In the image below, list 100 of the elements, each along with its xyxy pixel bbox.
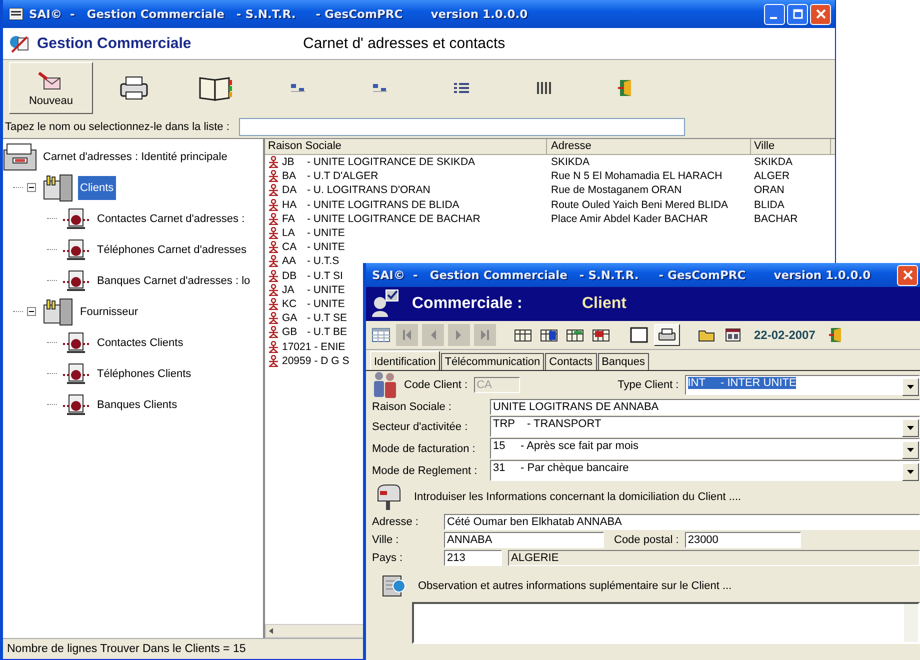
minimize-button[interactable] <box>764 4 785 24</box>
table-cell: - UNITE LOGITRANS DE BLIDA <box>307 198 460 211</box>
maximize-button[interactable] <box>787 4 808 24</box>
figure-icon <box>268 326 279 338</box>
figure-icon <box>268 227 279 240</box>
table-cell-text: Rue de Mostaganem ORAN <box>550 184 683 196</box>
table-cell: - U.T.S <box>307 255 340 268</box>
rolodex-icon <box>61 394 91 416</box>
vertical-scrollbar[interactable] <box>904 604 918 642</box>
tree-item[interactable]: Téléphones Carnet d'adresses <box>95 242 248 256</box>
table-cell-text: BACHAR <box>753 212 799 225</box>
field-label: Adresse : <box>372 516 420 528</box>
tab[interactable]: Banques <box>598 353 649 370</box>
table-cell-text: CA <box>282 241 298 254</box>
new-button[interactable]: Nouveau <box>9 62 93 114</box>
square-icon <box>630 327 648 343</box>
column-header[interactable]: Adresse <box>547 139 751 154</box>
country-field: ALGERIE <box>508 550 920 566</box>
print-button[interactable] <box>654 324 680 346</box>
book-icon <box>198 74 234 102</box>
postal-code-field[interactable]: 23000 <box>684 532 801 548</box>
column-header[interactable]: Ville <box>751 139 831 154</box>
next-icon <box>454 329 464 341</box>
close-icon <box>902 270 912 280</box>
last-icon <box>480 329 490 341</box>
table-cell: - UNITE LOGITRANCE DE SKIKDA <box>307 156 476 168</box>
city-field[interactable]: ANNABA <box>444 532 604 548</box>
table-cell-text: Rue N 5 El Mohamadia EL HARACH <box>550 170 724 182</box>
calendar-icon <box>725 328 741 342</box>
table-cell-text: DA <box>282 184 298 196</box>
tree-item[interactable]: Banques Carnet d'adresses : lo <box>95 274 252 288</box>
field-label: Code postal : <box>614 534 679 546</box>
tree-item[interactable]: Fournisseur <box>78 304 140 318</box>
field-label: Ville : <box>372 534 400 546</box>
table-cell: 20959 <box>282 354 312 367</box>
figure-icon <box>268 184 279 196</box>
table-cell-text: BA <box>282 170 298 182</box>
table-cell-text: JA <box>282 284 296 296</box>
first-icon <box>402 329 412 341</box>
table-icon <box>372 328 390 342</box>
dropdown-field[interactable]: TRP - TRANSPORT <box>490 416 920 437</box>
table-cell: - UNITE <box>307 284 345 296</box>
maximize-icon <box>792 9 802 19</box>
folder-icon <box>698 328 716 342</box>
table-cell-text: GB <box>282 326 298 338</box>
columns-icon <box>537 82 551 94</box>
window-title: SAI© - Gestion Commerciale - S.N.T.R. - GesComPRC version 1.0.0.0 <box>29 7 529 21</box>
figure-icon <box>268 156 279 168</box>
dialog-subject: Client <box>582 295 626 313</box>
table-cell: - U.T SI <box>307 270 343 282</box>
table-cell-text: SKIKDA <box>753 156 794 168</box>
figure-icon <box>268 298 279 310</box>
table-cell-text: ORAN <box>753 184 786 196</box>
table-cell: - U. LOGITRANS D'ORAN <box>307 184 430 196</box>
type-dropdown[interactable]: INT - INTER UNITE <box>684 375 920 395</box>
tab[interactable]: Identification <box>370 351 440 370</box>
table-cell-text: AA <box>282 255 298 268</box>
table-cell: - ENIE <box>314 340 346 353</box>
tree-item[interactable]: Contactes Carnet d'adresses : <box>95 212 247 226</box>
table-cell-text: Place Amir Abdel Kader BACHAR <box>550 212 709 225</box>
figure-icon <box>268 255 279 268</box>
list-icon <box>454 82 470 94</box>
dialog-heading: Commerciale : <box>412 295 524 313</box>
tree-item[interactable]: Téléphones Clients <box>95 366 194 380</box>
dropdown-field[interactable]: 15 - Après sce fait par mois <box>490 438 920 459</box>
address-field[interactable]: Cété Oumar ben Elkhatab ANNABA <box>444 514 920 530</box>
collapse-icon[interactable] <box>27 307 36 316</box>
tree-item[interactable]: Contactes Clients <box>95 336 186 350</box>
text-field[interactable]: UNITE LOGITRANS DE ANNABA <box>490 399 920 415</box>
figure-icon <box>268 212 279 225</box>
tab[interactable]: Contacts <box>545 353 597 370</box>
app-name: Gestion Commerciale <box>37 35 192 52</box>
field-label: Mode de Reglement : <box>372 464 478 476</box>
country-code-field[interactable]: 213 <box>444 550 502 566</box>
door-icon <box>618 79 634 97</box>
figure-icon <box>268 340 279 353</box>
rolodex-icon <box>61 238 91 260</box>
table-cell-text: JB <box>282 156 296 168</box>
figure-icon <box>268 270 279 282</box>
tree-item[interactable]: Banques Clients <box>95 398 180 412</box>
date-label: 22-02-2007 <box>754 328 816 342</box>
dropdown-field[interactable]: 31 - Par chèque bancaire <box>490 460 920 481</box>
close-button[interactable] <box>810 4 831 24</box>
search-label: Tapez le nom ou selectionnez-le dans la liste : <box>5 121 230 133</box>
field-label: Secteur d'activitée : <box>372 420 469 432</box>
tree-item[interactable]: Carnet d'adresses : Identité principale <box>41 150 230 164</box>
collapse-icon[interactable] <box>27 183 36 192</box>
rolodex-icon <box>61 362 91 384</box>
tab[interactable]: Télécommunication <box>440 353 544 370</box>
horizontal-scrollbar[interactable] <box>265 624 365 638</box>
table-cell-text: Route Ouled Yaich Beni Mered BLIDA <box>550 198 730 211</box>
observation-field[interactable] <box>412 602 920 644</box>
column-header[interactable]: Raison Sociale <box>265 139 547 154</box>
close-button[interactable] <box>897 264 918 286</box>
table-cell: - U.T D'ALGER <box>307 170 378 182</box>
table-cell-text: FA <box>282 212 296 225</box>
info-text: Observation et autres informations suplémentaire sur le Client ... <box>418 580 732 592</box>
search-field[interactable] <box>239 118 686 136</box>
tree-item[interactable]: Clients <box>78 176 116 200</box>
table-cell-text: SKIKDA <box>550 156 591 168</box>
